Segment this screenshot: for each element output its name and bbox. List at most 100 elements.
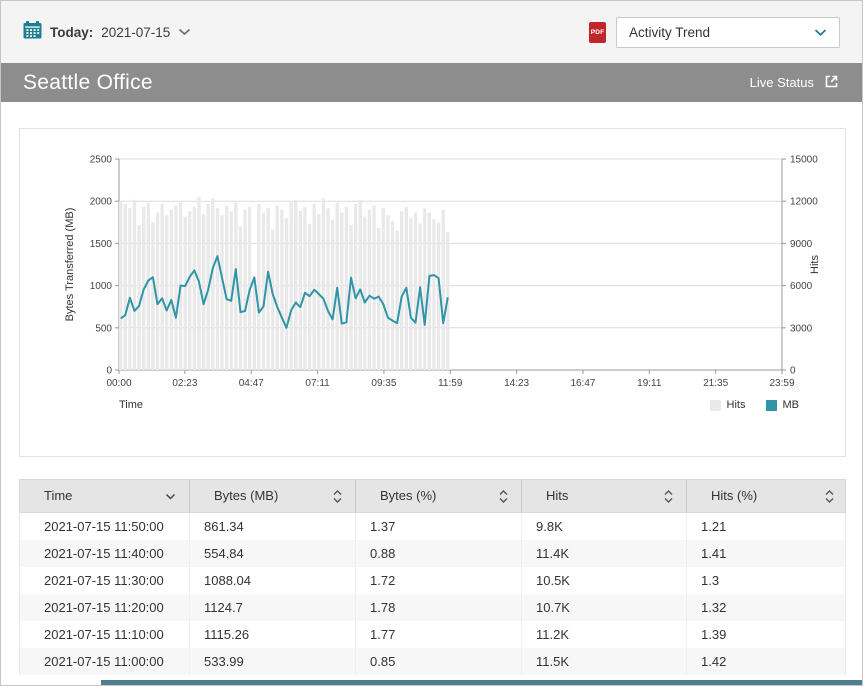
- svg-text:02:23: 02:23: [172, 378, 197, 389]
- cell-value: 1.77: [356, 621, 522, 648]
- cell-value: 1115.26: [190, 621, 356, 648]
- svg-text:0: 0: [106, 366, 112, 377]
- svg-text:Hits: Hits: [809, 255, 821, 274]
- activity-trend-chart: 0 500 1000 1500 2000 2500 0 3000 6000 9000 12000 15…: [20, 129, 843, 391]
- cell-value: 1.32: [687, 594, 847, 621]
- column-header-hits[interactable]: Hits (%): [687, 480, 847, 512]
- cell-value: 533.99: [190, 648, 356, 675]
- svg-text:0: 0: [790, 366, 796, 377]
- activity-data-table: TimeBytes (MB)Bytes (%)HitsHits (%) 2021…: [19, 479, 846, 675]
- cell-time: 2021-07-15 11:30:00: [20, 567, 190, 594]
- svg-text:2000: 2000: [90, 197, 113, 208]
- chart-footer: Time Hits MB: [119, 399, 799, 411]
- cell-value: 11.4K: [522, 540, 687, 567]
- svg-text:09:35: 09:35: [371, 378, 396, 389]
- svg-text:14:23: 14:23: [504, 378, 529, 389]
- svg-text:19:11: 19:11: [637, 378, 662, 389]
- legend-swatch: [710, 400, 721, 411]
- svg-text:23:59: 23:59: [769, 378, 794, 389]
- cell-value: 11.2K: [522, 621, 687, 648]
- table-row[interactable]: 2021-07-15 11:20:001124.71.7810.7K1.32: [20, 594, 845, 621]
- table-row[interactable]: 2021-07-15 11:00:00533.990.8511.5K1.42: [20, 648, 845, 675]
- cell-value: 10.5K: [522, 567, 687, 594]
- cell-value: 10.7K: [522, 594, 687, 621]
- cell-value: 11.5K: [522, 648, 687, 675]
- cell-time: 2021-07-15 11:50:00: [20, 513, 190, 540]
- column-header-hits[interactable]: Hits: [522, 480, 687, 512]
- selected-date: 2021-07-15: [101, 25, 170, 40]
- legend-item-mb[interactable]: MB: [766, 399, 800, 411]
- pdf-export-icon[interactable]: PDF: [589, 22, 606, 43]
- report-type-value: Activity Trend: [629, 25, 710, 40]
- page-title: Seattle Office: [23, 71, 153, 95]
- svg-text:12000: 12000: [790, 197, 818, 208]
- sort-icon: [499, 480, 508, 512]
- sort-icon: [333, 480, 342, 512]
- calendar-icon: [23, 21, 42, 44]
- svg-text:11:59: 11:59: [438, 378, 463, 389]
- cell-time: 2021-07-15 11:40:00: [20, 540, 190, 567]
- cell-value: 1.72: [356, 567, 522, 594]
- svg-text:6000: 6000: [790, 281, 813, 292]
- sort-icon: [664, 480, 673, 512]
- sort-icon: [825, 480, 834, 512]
- cell-value: 1.42: [687, 648, 847, 675]
- external-link-icon: [823, 73, 840, 93]
- x-axis-title: Time: [119, 399, 143, 411]
- top-toolbar: Today: 2021-07-15 PDF Activity Trend: [1, 1, 862, 63]
- svg-text:04:47: 04:47: [239, 378, 264, 389]
- svg-text:00:00: 00:00: [106, 378, 131, 389]
- live-status-label: Live Status: [750, 75, 814, 90]
- svg-text:1500: 1500: [90, 239, 113, 250]
- cell-time: 2021-07-15 11:10:00: [20, 621, 190, 648]
- cell-value: 1.37: [356, 513, 522, 540]
- chevron-down-icon: [814, 25, 827, 40]
- chart-legend: Hits MB: [710, 399, 799, 411]
- cell-value: 1124.7: [190, 594, 356, 621]
- cell-value: 0.88: [356, 540, 522, 567]
- table-row[interactable]: 2021-07-15 11:40:00554.840.8811.4K1.41: [20, 540, 845, 567]
- chevron-down-icon: [178, 23, 191, 41]
- cell-value: 861.34: [190, 513, 356, 540]
- svg-text:9000: 9000: [790, 239, 813, 250]
- svg-text:2500: 2500: [90, 155, 113, 166]
- svg-text:500: 500: [95, 323, 112, 334]
- svg-text:21:35: 21:35: [703, 378, 728, 389]
- sort-icon: [165, 480, 176, 512]
- svg-text:Bytes Transferred (MB): Bytes Transferred (MB): [64, 208, 76, 322]
- table-row[interactable]: 2021-07-15 11:30:001088.041.7210.5K1.3: [20, 567, 845, 594]
- table-header-row: TimeBytes (MB)Bytes (%)HitsHits (%): [19, 479, 846, 513]
- cell-value: 1.39: [687, 621, 847, 648]
- table-row[interactable]: 2021-07-15 11:10:001115.261.7711.2K1.39: [20, 621, 845, 648]
- column-header-bytes-mb[interactable]: Bytes (MB): [190, 480, 356, 512]
- cell-value: 9.8K: [522, 513, 687, 540]
- cell-value: 1.3: [687, 567, 847, 594]
- svg-text:3000: 3000: [790, 323, 813, 334]
- svg-text:07:11: 07:11: [305, 378, 330, 389]
- date-range-picker[interactable]: Today: 2021-07-15: [23, 21, 191, 44]
- cell-value: 554.84: [190, 540, 356, 567]
- cell-value: 1.21: [687, 513, 847, 540]
- report-type-select[interactable]: Activity Trend: [616, 17, 840, 48]
- cell-value: 1088.04: [190, 567, 356, 594]
- live-status-link[interactable]: Live Status: [750, 73, 840, 93]
- legend-swatch: [766, 400, 777, 411]
- cell-value: 1.41: [687, 540, 847, 567]
- activity-trend-chart-panel: 0 500 1000 1500 2000 2500 0 3000 6000 9000 12000 15…: [19, 128, 846, 457]
- svg-text:15000: 15000: [790, 155, 818, 166]
- table-body: 2021-07-15 11:50:00861.341.379.8K1.21202…: [19, 513, 846, 675]
- cell-time: 2021-07-15 11:20:00: [20, 594, 190, 621]
- column-header-bytes[interactable]: Bytes (%): [356, 480, 522, 512]
- bottom-partial-element: [101, 680, 862, 685]
- svg-text:1000: 1000: [90, 281, 113, 292]
- today-label: Today:: [50, 25, 93, 40]
- column-header-time[interactable]: Time: [20, 480, 190, 512]
- svg-text:16:47: 16:47: [570, 378, 595, 389]
- cell-time: 2021-07-15 11:00:00: [20, 648, 190, 675]
- table-row[interactable]: 2021-07-15 11:50:00861.341.379.8K1.21: [20, 513, 845, 540]
- legend-item-hits[interactable]: Hits: [710, 399, 746, 411]
- section-header: Seattle Office Live Status: [1, 63, 862, 102]
- app-window: Today: 2021-07-15 PDF Activity Trend Sea…: [0, 0, 863, 686]
- cell-value: 0.85: [356, 648, 522, 675]
- cell-value: 1.78: [356, 594, 522, 621]
